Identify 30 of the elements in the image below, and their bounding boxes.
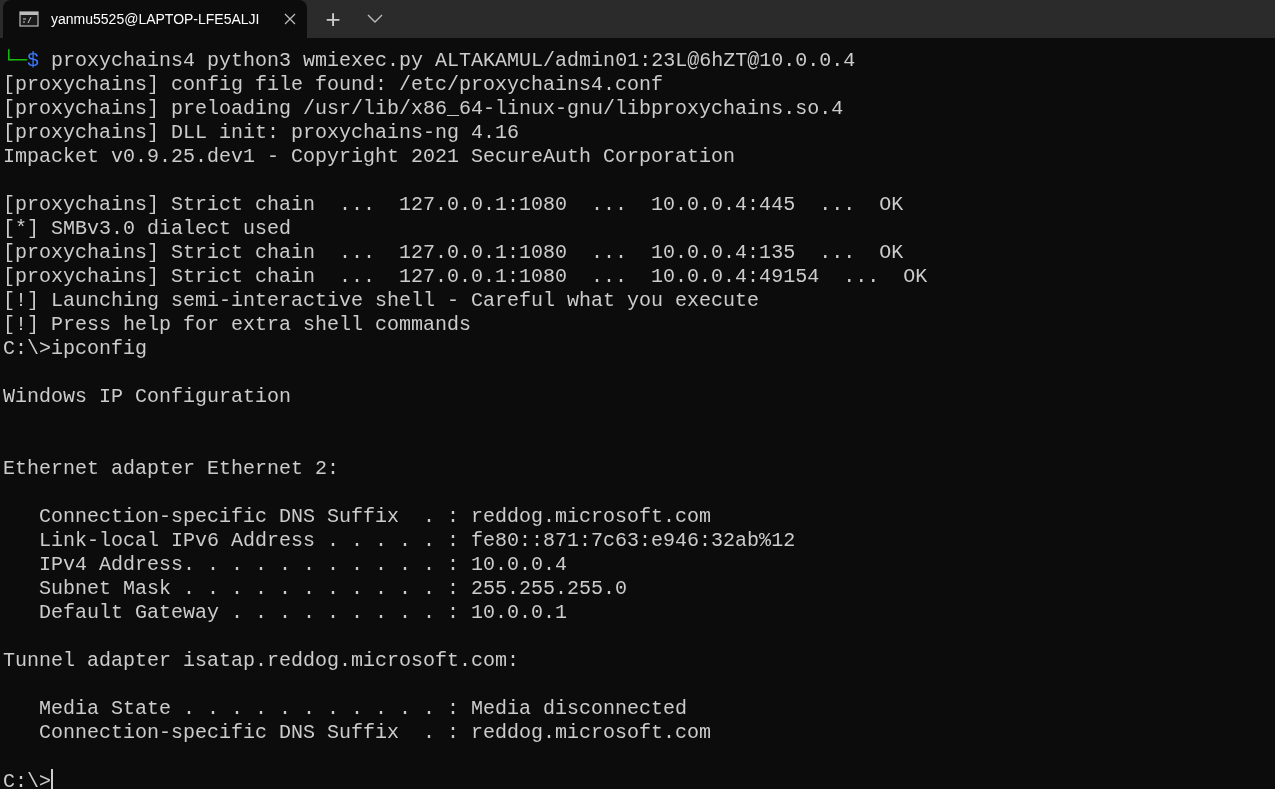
output-line: [proxychains] Strict chain ... 127.0.0.1:1080 ... 10.0.0.4:135 ... OK [3,241,904,264]
output-line: Connection-specific DNS Suffix . : reddog.microsoft.com [38,505,712,528]
output-line: [proxychains] config file found: /etc/proxychains4.conf [3,73,664,96]
command-text: proxychains4 python3 wmiexec.py ALTAKAMUL/admin01:23L@6hZT@10.0.0.4 [50,49,856,72]
output-line: Connection-specific DNS Suffix . : reddog.microsoft.com [38,721,712,744]
output-line: Windows IP Configuration [3,385,292,408]
output-line: [*] SMBv3.0 dialect used [3,217,292,240]
output-line: Media State . . . . . . . . . . . : Media disconnected [38,697,688,720]
output-line: IPv4 Address. . . . . . . . . . . : 10.0.0.4 [38,553,568,576]
output-line: [!] Press help for extra shell commands [3,313,472,336]
prompt-corner: └─ [3,49,27,72]
output-line: Impacket v0.9.25.dev1 - Copyright 2021 SecureAuth Corporation [3,145,736,168]
text-cursor [51,769,53,789]
new-tab-button[interactable]: + [311,0,355,38]
output-line: [!] Launching semi-interactive shell - Careful what you execute [3,289,760,312]
shell-prompt: C:\> [3,770,51,789]
prompt-symbol: $ [27,49,40,72]
output-line: Ethernet adapter Ethernet 2: [3,457,340,480]
output-line: Link-local IPv6 Address . . . . . : fe80::871:7c63:e946:32ab%12 [38,529,796,552]
output-line: [proxychains] DLL init: proxychains-ng 4.16 [3,121,520,144]
output-line: Subnet Mask . . . . . . . . . . . : 255.255.255.0 [38,577,628,600]
output-line: [proxychains] Strict chain ... 127.0.0.1:1080 ... 10.0.0.4:445 ... OK [3,193,904,216]
output-line: Tunnel adapter isatap.reddog.microsoft.com: [3,649,520,672]
terminal-tab[interactable]: yanmu5525@LAPTOP-LFE5ALJI [3,0,307,38]
output-line: [proxychains] Strict chain ... 127.0.0.1:1080 ... 10.0.0.4:49154 ... OK [3,265,928,288]
output-line: [proxychains] preloading /usr/lib/x86_64-linux-gnu/libproxychains.so.4 [3,97,844,120]
output-line: C:\>ipconfig [3,337,148,360]
terminal-icon [19,11,39,27]
close-icon[interactable] [283,12,297,26]
output-line: Default Gateway . . . . . . . . . : 10.0.0.1 [38,601,568,624]
